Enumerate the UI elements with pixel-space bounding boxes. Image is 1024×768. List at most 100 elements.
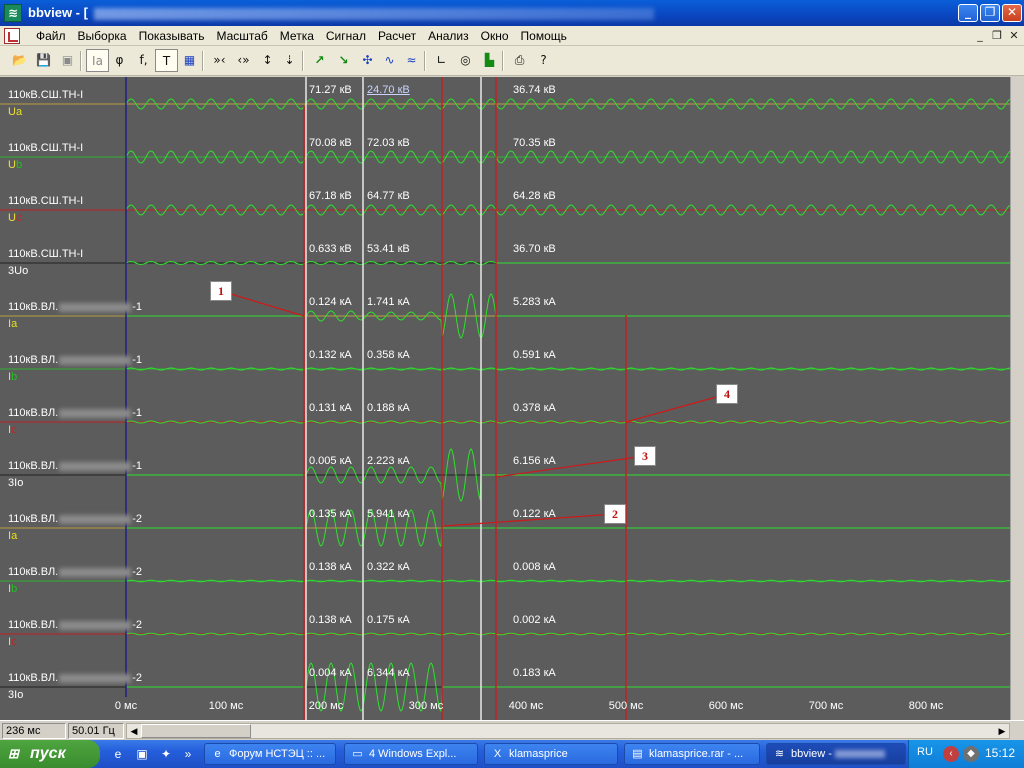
scroll-thumb[interactable] <box>141 724 251 738</box>
toolbar: 📂 💾 ▣ Ia φ f, T ▦ »‹ ‹» ↕ ⇣ ↗ ↘ ✣ ∿ ≈ ∟ ◎ ▙ ⎙? <box>0 46 1024 76</box>
menu-item-1[interactable]: Выборка <box>72 28 133 44</box>
taskbar-button[interactable]: ▤ klamasprice.rar - ... <box>624 743 760 765</box>
windows-flag-icon: ⊞ <box>8 746 19 761</box>
taskbar-button[interactable]: ≋ bbview - <box>766 743 906 765</box>
menu-item-6[interactable]: Расчет <box>372 28 422 44</box>
save-icon[interactable]: 💾 <box>32 49 55 72</box>
taskbar-label-redacted <box>835 750 886 759</box>
channel-name-redacted <box>59 461 132 471</box>
language-indicator[interactable]: RU <box>917 746 933 758</box>
channel-name: 110кВ.ВЛ. -1 <box>8 460 142 472</box>
zoom-x-in-icon[interactable]: »‹ <box>208 49 231 72</box>
channel-name-prefix: 110кВ.ВЛ. <box>8 672 59 684</box>
phase-icon[interactable]: φ <box>108 49 131 72</box>
cursor-value: 0.591 кА <box>513 349 556 361</box>
signal-sub: a <box>11 530 18 542</box>
channel-name-redacted <box>59 620 132 630</box>
cursor-value: 53.41 кВ <box>367 243 410 255</box>
channel-name: 110кВ.СШ.ТН-I <box>8 89 84 101</box>
explorer-quicklaunch-icon[interactable]: ▣ <box>134 746 150 762</box>
cursor-value: 0.183 кА <box>513 667 556 679</box>
channel-name-redacted <box>59 355 132 365</box>
zoom-y-out-icon[interactable]: ⇣ <box>278 49 301 72</box>
channel-name: 110кВ.ВЛ. -1 <box>8 407 142 419</box>
scroll-right-arrow-icon[interactable]: ▶ <box>995 724 1009 738</box>
horizontal-scrollbar[interactable]: ◀ ▶ <box>126 723 1010 739</box>
maximize-button[interactable]: ❐ <box>980 4 1000 22</box>
menu-item-3[interactable]: Масштаб <box>210 28 273 44</box>
callout-leader <box>625 393 728 423</box>
title-redacted <box>93 7 654 20</box>
channel-name-redacted <box>59 302 132 312</box>
menu-item-0[interactable]: Файл <box>30 28 72 44</box>
oscillogram-plot[interactable]: 110кВ.СШ.ТН-I Ua 71.27 кВ 24.70 кВ 36.74 кВ 1… <box>0 77 1010 720</box>
media-quicklaunch-icon[interactable]: ✦ <box>158 746 174 762</box>
signal-sub: a <box>15 106 23 118</box>
start-button[interactable]: ⊞ пуск <box>0 740 100 768</box>
tray-app-icon[interactable]: ◆ <box>963 746 979 762</box>
status-frequency: 50.01 Гц <box>68 723 124 739</box>
cursor-value: 0.138 кА <box>309 561 352 573</box>
channel-name: 110кВ.СШ.ТН-I <box>8 142 84 154</box>
signal-fall-icon[interactable]: ↘ <box>332 49 355 72</box>
time-tick-label: 600 мс <box>708 700 744 712</box>
menu-item-4[interactable]: Метка <box>274 28 320 44</box>
signal-cross-icon[interactable]: ✣ <box>356 49 379 72</box>
zoom-y-in-icon[interactable]: ↕ <box>256 49 279 72</box>
callout-2: 2 <box>604 504 626 524</box>
vertical-scrollbar[interactable] <box>1010 77 1024 720</box>
help-context-icon[interactable]: ? <box>532 49 555 72</box>
taskbar-label: klamasprice <box>509 748 568 760</box>
scroll-left-arrow-icon[interactable]: ◀ <box>127 724 141 738</box>
signal-mixed-icon[interactable]: ≈ <box>400 49 423 72</box>
mdi-minimize-button[interactable]: _ <box>972 29 988 43</box>
menu-item-2[interactable]: Показывать <box>133 28 211 44</box>
harmonics-icon[interactable]: ▙ <box>478 49 501 72</box>
taskbar-button[interactable]: e Форум НСТЭЦ :: ... <box>204 743 336 765</box>
tray-arrow-icon[interactable]: ‹ <box>943 746 959 762</box>
text-cursor-icon[interactable]: T <box>155 49 178 72</box>
signal-label: Ib <box>8 583 17 595</box>
marker-a-icon[interactable]: Ia <box>86 49 109 72</box>
menu-item-5[interactable]: Сигнал <box>320 28 372 44</box>
axes-icon[interactable]: ∟ <box>430 49 453 72</box>
mdi-close-button[interactable]: ✕ <box>1006 29 1022 43</box>
open-folder-icon[interactable]: 📂 <box>8 49 31 72</box>
signal-rise-icon[interactable]: ↗ <box>308 49 331 72</box>
folder-icon: ▭ <box>352 748 363 760</box>
signal-wave-icon[interactable]: ∿ <box>378 49 401 72</box>
menu-item-7[interactable]: Анализ <box>422 28 475 44</box>
more-quicklaunch-icon[interactable]: » <box>180 746 196 762</box>
menu-item-9[interactable]: Помощь <box>515 28 573 44</box>
taskbar-button[interactable]: ▭ 4 Windows Expl... <box>344 743 478 765</box>
channel-name-prefix: 110кВ.ВЛ. <box>8 513 59 525</box>
close-button[interactable]: ✕ <box>1002 4 1022 22</box>
ie-quicklaunch-icon[interactable]: e <box>110 746 126 762</box>
waveform-trace <box>126 293 1010 339</box>
channel-name-prefix: 110кВ.ВЛ. <box>8 407 59 419</box>
grid-icon[interactable]: ▦ <box>178 49 201 72</box>
menu-item-8[interactable]: Окно <box>475 28 515 44</box>
print-icon[interactable]: ⎙ <box>508 49 531 72</box>
vector-diagram-icon[interactable]: ◎ <box>454 49 477 72</box>
waveform-app-icon[interactable]: ≋ <box>4 4 22 22</box>
cursor-value: 36.70 кВ <box>513 243 556 255</box>
signal-sub: b <box>11 583 18 595</box>
minimize-button[interactable]: _ <box>958 4 978 22</box>
document-icon[interactable] <box>4 28 20 44</box>
save-disabled-icon[interactable]: ▣ <box>56 49 79 72</box>
time-tick-label: 700 мс <box>808 700 844 712</box>
mdi-restore-button[interactable]: ❐ <box>989 29 1005 43</box>
measure-icon[interactable]: f, <box>132 49 155 72</box>
waveform-canvas <box>0 77 1010 720</box>
taskbar-button[interactable]: Xklamasprice <box>484 743 618 765</box>
signal-sub: o <box>17 689 24 701</box>
zoom-x-out-icon[interactable]: ‹» <box>232 49 255 72</box>
status-time: 236 мс <box>2 723 66 739</box>
status-bar: 236 мс 50.01 Гц ◀ ▶ <box>0 720 1024 740</box>
cursor-value: 0.188 кА <box>367 402 410 414</box>
signal-sub: b <box>15 159 23 171</box>
channel-name-prefix: 110кВ.ВЛ. <box>8 354 59 366</box>
channel-name-prefix: 110кВ.ВЛ. <box>8 460 59 472</box>
cursor-value: 0.322 кА <box>367 561 410 573</box>
